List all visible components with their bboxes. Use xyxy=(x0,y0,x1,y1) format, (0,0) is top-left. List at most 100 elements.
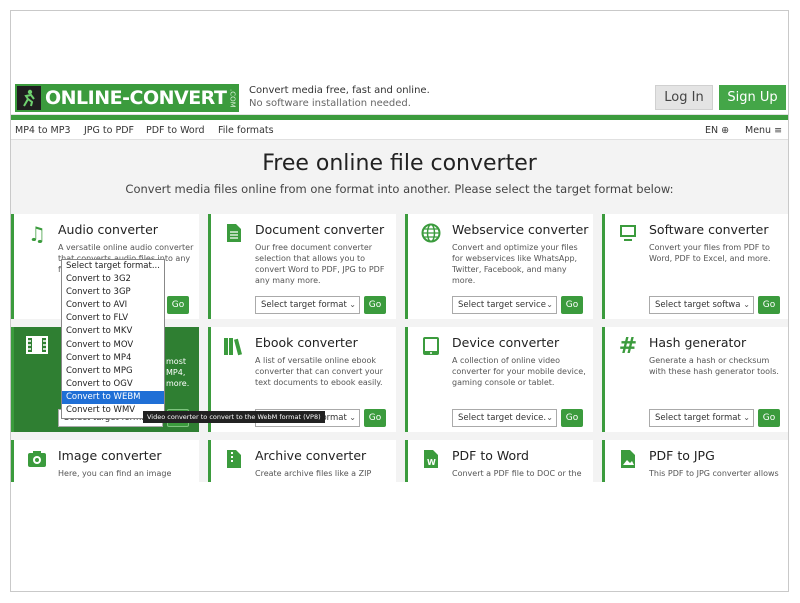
dropdown-option[interactable]: Convert to WEBM xyxy=(62,390,164,405)
word-file-icon: W xyxy=(420,449,442,471)
card-document-converter: Document converter Our free document con… xyxy=(208,214,396,319)
hamburger-icon: ≡ xyxy=(774,125,783,136)
card-title[interactable]: Hash generator xyxy=(649,335,746,350)
film-icon xyxy=(26,336,48,358)
tagline-line-1: Convert media free, fast and online. xyxy=(249,85,430,96)
card-title[interactable]: Ebook converter xyxy=(255,335,358,350)
chevron-down-icon: ⌄ xyxy=(349,300,356,309)
card-software-converter: Software converter Convert your files fr… xyxy=(602,214,788,319)
target-device-select[interactable]: Select target device. ⌄ xyxy=(452,409,557,427)
browser-frame: ONLINE-CONVERT .COM Convert media free, … xyxy=(10,10,789,592)
dropdown-option[interactable]: Convert to MKV xyxy=(62,325,164,338)
go-button[interactable]: Go xyxy=(167,296,189,314)
card-pdf-to-word: W PDF to Word Convert a PDF file to DOC … xyxy=(405,440,593,482)
dropdown-option[interactable]: Convert to OGV xyxy=(62,378,164,391)
card-archive-converter: Archive converter Create archive files l… xyxy=(208,440,396,482)
hash-icon: # xyxy=(618,334,638,359)
card-title[interactable]: PDF to Word xyxy=(452,448,529,463)
card-description: most MP4, more. xyxy=(166,357,190,388)
go-button[interactable]: Go xyxy=(561,296,583,314)
card-description: Convert your files from PDF to Word, PDF… xyxy=(649,243,771,263)
camera-icon xyxy=(26,449,48,471)
site-logo[interactable]: ONLINE-CONVERT .COM xyxy=(15,84,239,112)
language-label: EN xyxy=(705,125,719,136)
target-service-select[interactable]: Select target service ⌄ xyxy=(452,296,557,314)
chevron-down-icon: ⌄ xyxy=(546,413,553,422)
card-hash-generator: # Hash generator Generate a hash or chec… xyxy=(602,327,788,432)
card-title[interactable]: Archive converter xyxy=(255,448,366,463)
select-value: Select target service xyxy=(458,300,546,310)
card-title[interactable]: PDF to JPG xyxy=(649,448,715,463)
dropdown-option[interactable]: Convert to MP4 xyxy=(62,352,164,365)
logo-text: ONLINE-CONVERT xyxy=(45,87,227,109)
card-title[interactable]: Document converter xyxy=(255,222,384,237)
dropdown-option[interactable]: Convert to AVI xyxy=(62,299,164,312)
go-button[interactable]: Go xyxy=(364,409,386,427)
card-device-converter: Device converter A collection of online … xyxy=(405,327,593,432)
card-image-converter: Image converter Here, you can find an im… xyxy=(11,440,199,482)
select-value: Select target format xyxy=(655,413,741,423)
nav-item-jpg-to-pdf[interactable]: JPG to PDF xyxy=(84,125,134,136)
archive-file-icon xyxy=(223,449,245,471)
card-webservice-converter: Webservice converter Convert and optimiz… xyxy=(405,214,593,319)
logo-figure-icon xyxy=(17,86,41,110)
logo-com: .COM xyxy=(228,88,237,108)
go-button[interactable]: Go xyxy=(758,296,780,314)
dropdown-option[interactable]: Convert to MOV xyxy=(62,339,164,352)
card-title[interactable]: Software converter xyxy=(649,222,768,237)
menu-button[interactable]: Menu ≡ xyxy=(745,125,782,136)
card-title[interactable]: Audio converter xyxy=(58,222,158,237)
target-format-select[interactable]: Select target format⌄ xyxy=(255,296,360,314)
card-title[interactable]: Webservice converter xyxy=(452,222,588,237)
go-button[interactable]: Go xyxy=(364,296,386,314)
card-description: Here, you can find an image xyxy=(58,469,172,478)
login-button[interactable]: Log In xyxy=(655,85,713,110)
go-button[interactable]: Go xyxy=(561,409,583,427)
tagline: Convert media free, fast and online. No … xyxy=(249,84,430,110)
card-title[interactable]: Device converter xyxy=(452,335,559,350)
option-tooltip: Video converter to convert to the WebM f… xyxy=(143,411,325,423)
tablet-icon xyxy=(420,336,442,358)
website: ONLINE-CONVERT .COM Convert media free, … xyxy=(11,82,788,482)
card-description: Our free document converter selection th… xyxy=(255,243,385,285)
monitor-icon xyxy=(617,223,639,245)
dropdown-option[interactable]: Select target format... xyxy=(62,260,164,273)
go-button[interactable]: Go xyxy=(758,409,780,427)
nav-item-mp4-to-mp3[interactable]: MP4 to MP3 xyxy=(15,125,71,136)
target-software-select[interactable]: Select target softwa ⌄ xyxy=(649,296,754,314)
chevron-down-icon: ⌄ xyxy=(743,413,750,422)
image-file-icon xyxy=(617,449,639,471)
dropdown-option[interactable]: Convert to FLV xyxy=(62,312,164,325)
chevron-down-icon: ⌄ xyxy=(743,300,750,309)
select-value: Select target format xyxy=(261,300,347,310)
top-nav: MP4 to MP3 JPG to PDF PDF to Word File f… xyxy=(11,120,788,140)
dropdown-option[interactable]: Convert to 3G2 xyxy=(62,273,164,286)
format-dropdown-list[interactable]: Select target format... Convert to 3G2 Con… xyxy=(61,259,165,419)
card-description: Generate a hash or checksum with these h… xyxy=(649,356,779,376)
target-format-select[interactable]: Select target format⌄ xyxy=(649,409,754,427)
card-description: This PDF to JPG converter allows xyxy=(649,469,779,478)
page-subtitle: Convert media files online from one form… xyxy=(125,182,674,196)
globe-icon xyxy=(420,223,442,245)
card-description: Create archive files like a ZIP xyxy=(255,469,372,478)
chevron-down-icon: ⌄ xyxy=(546,300,553,309)
signup-button[interactable]: Sign Up xyxy=(719,85,786,110)
dropdown-option[interactable]: Convert to MPG xyxy=(62,365,164,378)
nav-item-file-formats[interactable]: File formats xyxy=(218,125,274,136)
card-description: Convert and optimize your files for webs… xyxy=(452,243,578,285)
nav-item-pdf-to-word[interactable]: PDF to Word xyxy=(146,125,205,136)
select-value: Select target softwa xyxy=(655,300,741,310)
card-description: A list of versatile online ebook convert… xyxy=(255,356,383,387)
select-value: Select target device. xyxy=(458,413,547,423)
document-icon xyxy=(223,223,245,245)
language-selector[interactable]: EN ⊕ xyxy=(705,125,729,136)
dropdown-option[interactable]: Convert to 3GP xyxy=(62,286,164,299)
svg-text:W: W xyxy=(427,458,436,467)
globe-icon: ⊕ xyxy=(721,125,730,136)
page-title: Free online file converter xyxy=(262,151,537,176)
chevron-down-icon: ⌄ xyxy=(349,413,356,422)
music-note-icon: ♫ xyxy=(28,222,46,246)
card-title[interactable]: Image converter xyxy=(58,448,162,463)
card-description: Convert a PDF file to DOC or the xyxy=(452,469,582,478)
menu-label: Menu xyxy=(745,125,772,136)
